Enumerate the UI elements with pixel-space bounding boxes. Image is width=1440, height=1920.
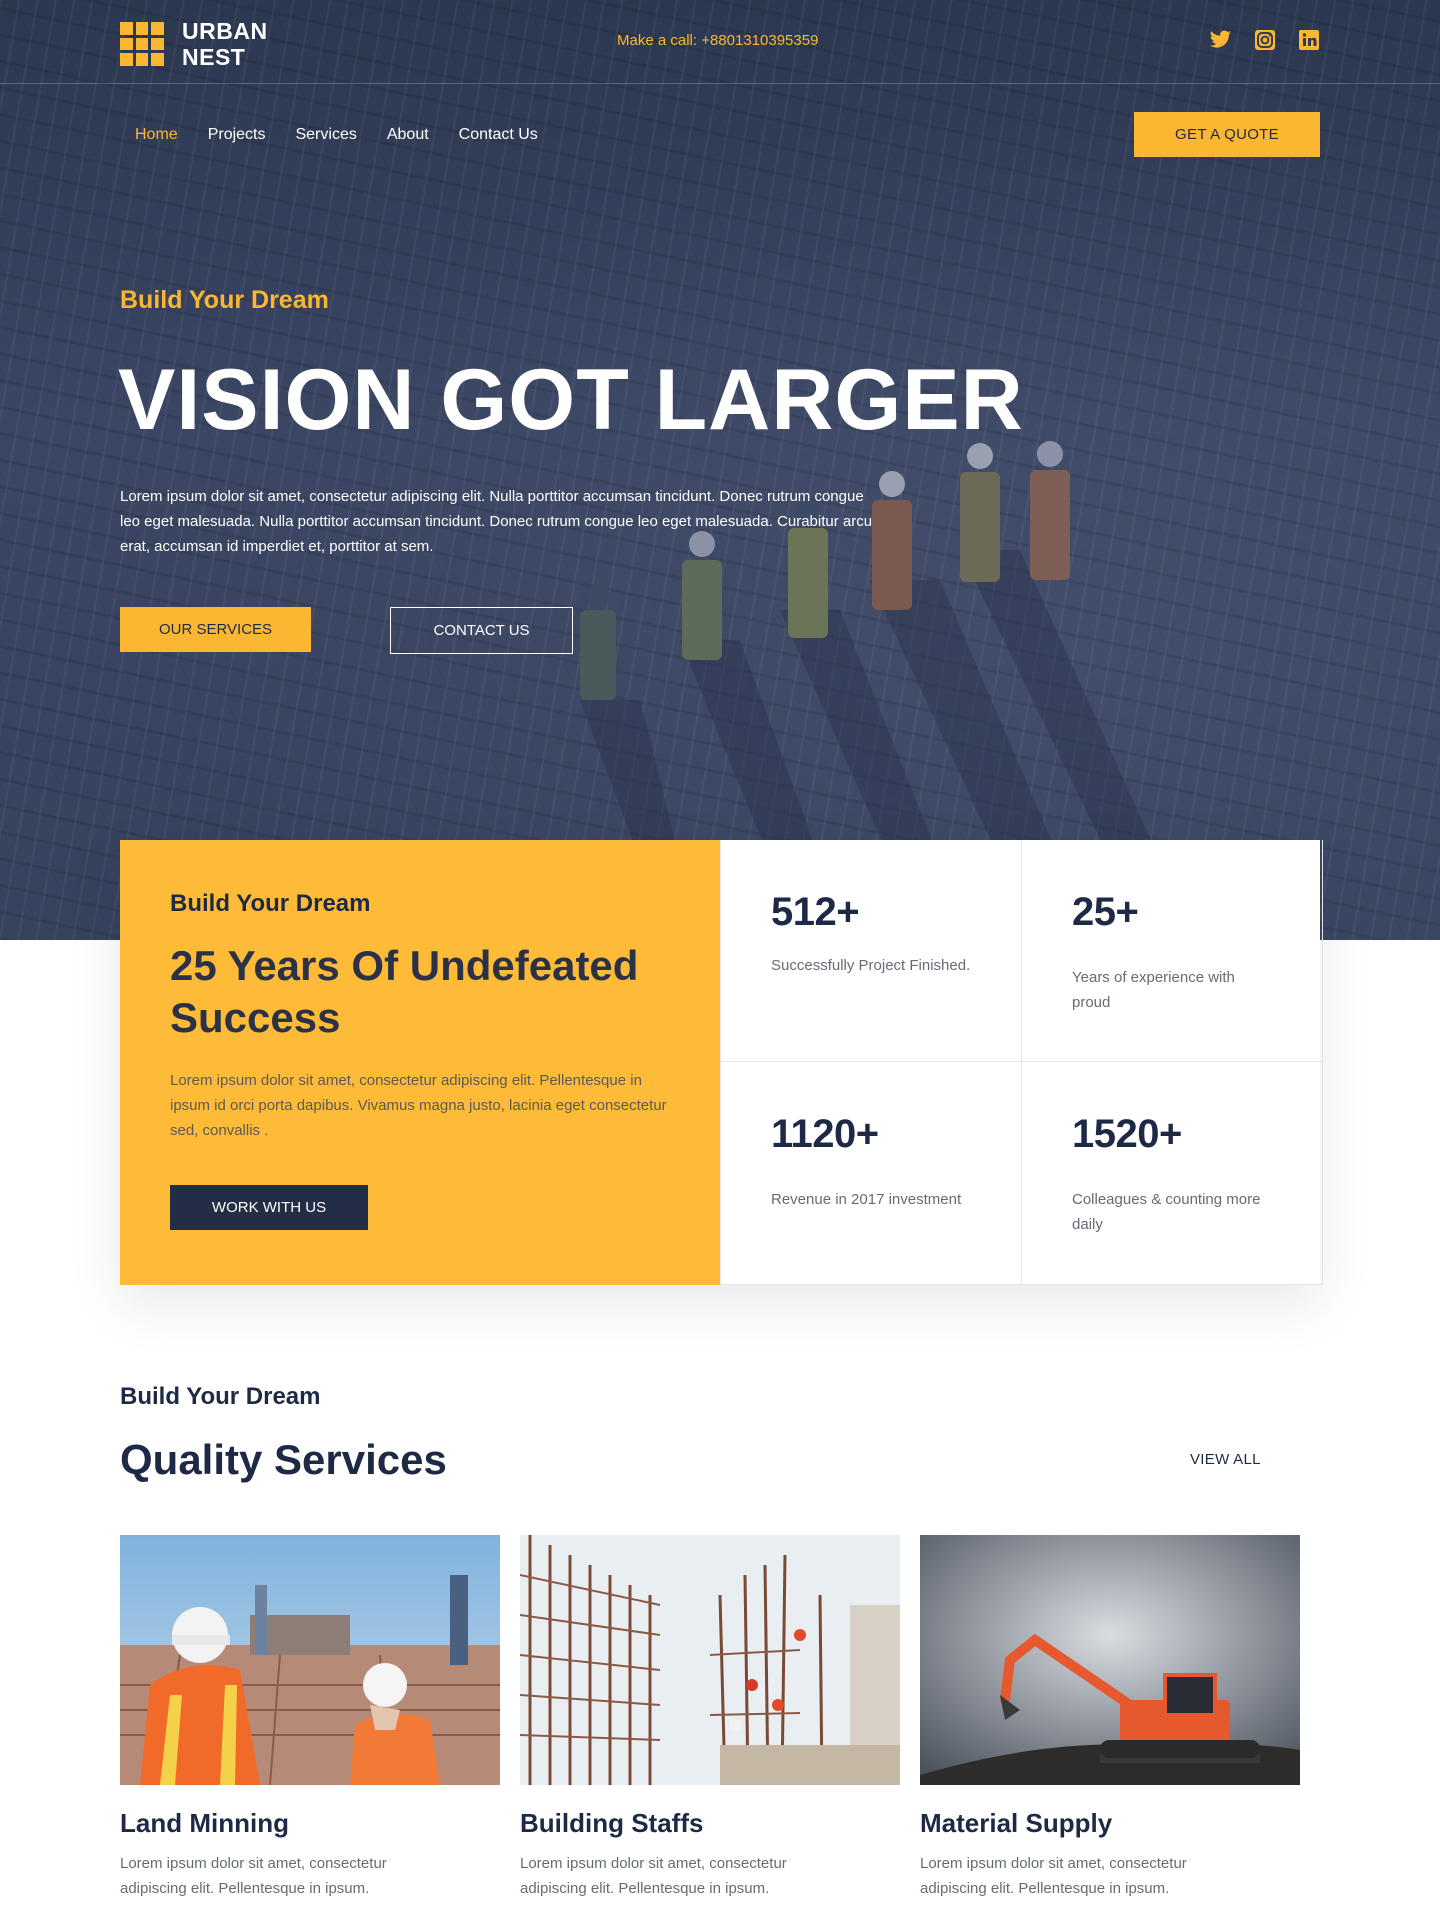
service-cards: Land Minning Lorem ipsum dolor sit amet,… xyxy=(120,1535,1300,1901)
stat-label: Years of experience with proud xyxy=(1072,969,1235,1011)
social-links xyxy=(1209,28,1320,51)
stat-label: Successfully Project Finished. xyxy=(771,957,971,974)
stat-label: Colleagues & counting more daily xyxy=(1072,1191,1261,1233)
top-bar: URBAN NEST Make a call: +8801310395359 xyxy=(0,0,1440,84)
hero-kicker: Build Your Dream xyxy=(120,286,329,314)
building-staffs-image xyxy=(519,1535,900,1786)
service-card-title: Material Supply xyxy=(920,1808,1113,1838)
hero-section: URBAN NEST Make a call: +8801310395359 H… xyxy=(0,0,1440,940)
stat-card: 25+ Years of experience with proud xyxy=(1021,840,1323,1062)
stat-value: 1520+ xyxy=(1072,1112,1182,1156)
instagram-icon[interactable] xyxy=(1253,28,1276,51)
stat-card: 1120+ Revenue in 2017 investment xyxy=(720,1062,1021,1285)
service-card-title: Land Minning xyxy=(120,1808,289,1838)
service-card-land-minning[interactable]: Land Minning Lorem ipsum dolor sit amet,… xyxy=(120,1535,500,1901)
phone-call-link[interactable]: Make a call: +8801310395359 xyxy=(617,32,818,49)
service-card-text: Lorem ipsum dolor sit amet, consectetur … xyxy=(120,1855,387,1897)
view-all-link[interactable]: VIEW ALL xyxy=(1190,1451,1261,1468)
main-nav: Home Projects Services About Contact Us xyxy=(135,126,538,144)
nav-item-home[interactable]: Home xyxy=(135,126,178,144)
stats-grid: 512+ Successfully Project Finished. 25+ … xyxy=(720,840,1323,1285)
nav-item-services[interactable]: Services xyxy=(295,126,356,144)
logo[interactable]: URBAN NEST xyxy=(120,18,282,70)
get-a-quote-button[interactable]: GET A QUOTE xyxy=(1134,112,1320,157)
twitter-icon[interactable] xyxy=(1209,28,1232,51)
logo-text: URBAN NEST xyxy=(182,18,282,70)
service-card-text: Lorem ipsum dolor sit amet, consectetur … xyxy=(520,1855,787,1897)
hero-headline: VISION GOT LARGER xyxy=(118,352,1024,448)
brick-logo-icon xyxy=(120,22,164,66)
contact-us-button[interactable]: CONTACT US xyxy=(390,607,573,654)
stat-value: 512+ xyxy=(771,890,860,934)
service-card-title: Building Staffs xyxy=(520,1808,704,1838)
land-minning-image xyxy=(120,1535,500,1786)
work-with-us-button[interactable]: WORK WITH US xyxy=(170,1185,368,1230)
service-card-building-staffs[interactable]: Building Staffs Lorem ipsum dolor sit am… xyxy=(519,1535,900,1901)
linkedin-icon[interactable] xyxy=(1297,28,1320,51)
stat-card: 512+ Successfully Project Finished. xyxy=(720,840,1021,1062)
nav-item-about[interactable]: About xyxy=(387,126,429,144)
stat-value: 1120+ xyxy=(771,1112,879,1156)
stat-value: 25+ xyxy=(1072,890,1139,934)
service-card-text: Lorem ipsum dolor sit amet, consectetur … xyxy=(920,1855,1187,1897)
logo-line-2: NEST xyxy=(182,44,246,70)
stat-card: 1520+ Colleagues & counting more daily xyxy=(1021,1062,1323,1285)
about-panel: Build Your Dream 25 Years Of Undefeated … xyxy=(120,840,720,1285)
logo-line-1: URBAN xyxy=(182,18,268,44)
nav-item-contact-us[interactable]: Contact Us xyxy=(459,126,538,144)
material-supply-image xyxy=(920,1535,1300,1785)
about-title: 25 Years Of Undefeated Success xyxy=(170,942,639,1041)
about-paragraph: Lorem ipsum dolor sit amet, consectetur … xyxy=(170,1072,667,1139)
hero-paragraph: Lorem ipsum dolor sit amet, consectetur … xyxy=(120,488,873,555)
stats-section: Build Your Dream 25 Years Of Undefeated … xyxy=(120,840,1323,1285)
nav-item-projects[interactable]: Projects xyxy=(208,126,266,144)
services-kicker: Build Your Dream xyxy=(120,1383,321,1410)
our-services-button[interactable]: OUR SERVICES xyxy=(120,607,311,652)
stat-label: Revenue in 2017 investment xyxy=(771,1191,962,1208)
service-card-material-supply[interactable]: Material Supply Lorem ipsum dolor sit am… xyxy=(920,1535,1300,1901)
services-title: Quality Services xyxy=(120,1436,447,1483)
about-kicker: Build Your Dream xyxy=(170,890,371,917)
